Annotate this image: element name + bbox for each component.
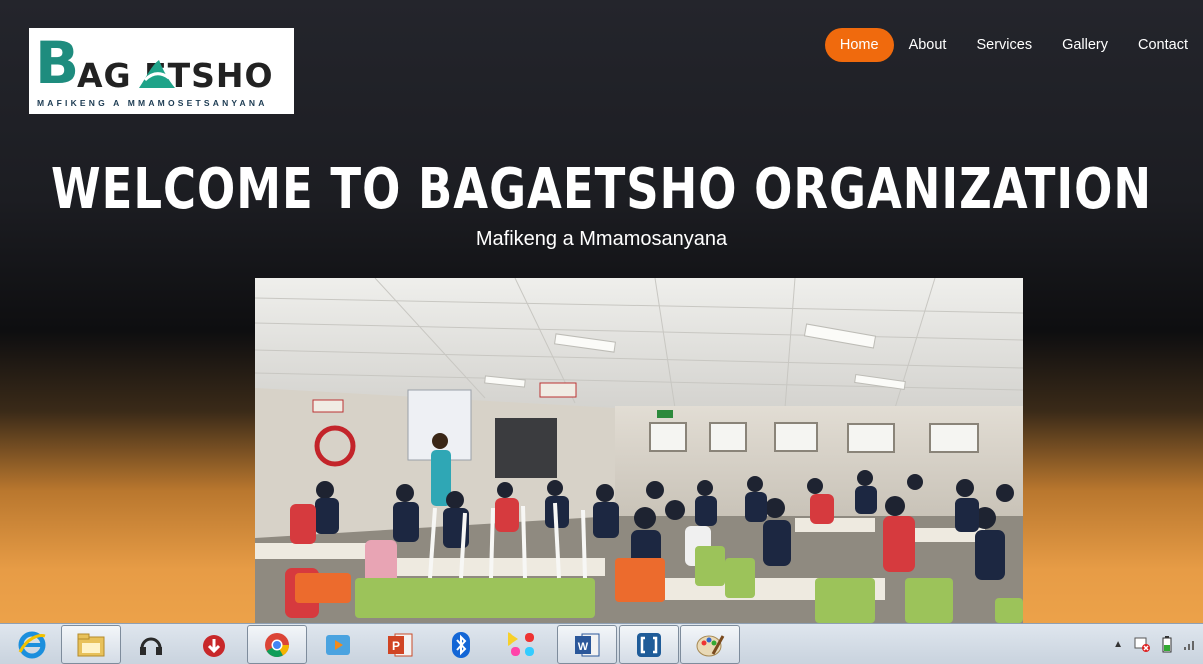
downloader-icon[interactable]	[184, 625, 244, 664]
site-logo[interactable]: B AG ETSHO MAFIKENG A MMAMOSETSANYANA	[29, 28, 294, 114]
powerpoint-icon[interactable]: P	[370, 625, 430, 664]
chrome-icon[interactable]	[247, 625, 307, 664]
classroom-photo	[255, 278, 1023, 623]
paint-icon[interactable]	[680, 625, 740, 664]
hero-title: WELCOME TO BAGAETSHO ORGANIZATION	[51, 156, 1152, 222]
nav-services[interactable]: Services	[961, 28, 1047, 62]
hero-photo	[255, 278, 1023, 623]
hero-subtitle: Mafikeng a Mmamosanyana	[475, 228, 728, 250]
windows-taskbar: P W ▲	[0, 623, 1203, 664]
svg-text:P: P	[392, 639, 400, 653]
signal-icon[interactable]	[1183, 637, 1197, 651]
nav-about[interactable]: About	[894, 28, 962, 62]
logo-tagline: MAFIKENG A MMAMOSETSANYANA	[37, 98, 268, 108]
internet-explorer-icon[interactable]	[2, 625, 62, 664]
word-icon[interactable]: W	[557, 625, 617, 664]
media-player-icon[interactable]	[308, 625, 368, 664]
nav-gallery[interactable]: Gallery	[1047, 28, 1123, 62]
headset-icon[interactable]	[121, 625, 181, 664]
show-hidden-icons-arrow-icon[interactable]: ▲	[1113, 639, 1123, 650]
nav-home[interactable]: Home	[824, 28, 894, 62]
logo-mark: B	[35, 29, 80, 97]
pacman-game-icon[interactable]	[493, 625, 553, 664]
bluetooth-icon[interactable]	[431, 625, 491, 664]
main-nav: Home About Services Gallery Contact	[824, 28, 1203, 62]
battery-icon[interactable]	[1161, 635, 1173, 653]
file-explorer-icon[interactable]	[61, 625, 121, 664]
logo-wave-icon	[139, 60, 175, 88]
network-warning-icon[interactable]	[1133, 635, 1151, 653]
svg-text:W: W	[578, 641, 589, 653]
system-tray: ▲	[1113, 624, 1203, 664]
nav-contact[interactable]: Contact	[1123, 28, 1203, 62]
brackets-icon[interactable]	[619, 625, 679, 664]
